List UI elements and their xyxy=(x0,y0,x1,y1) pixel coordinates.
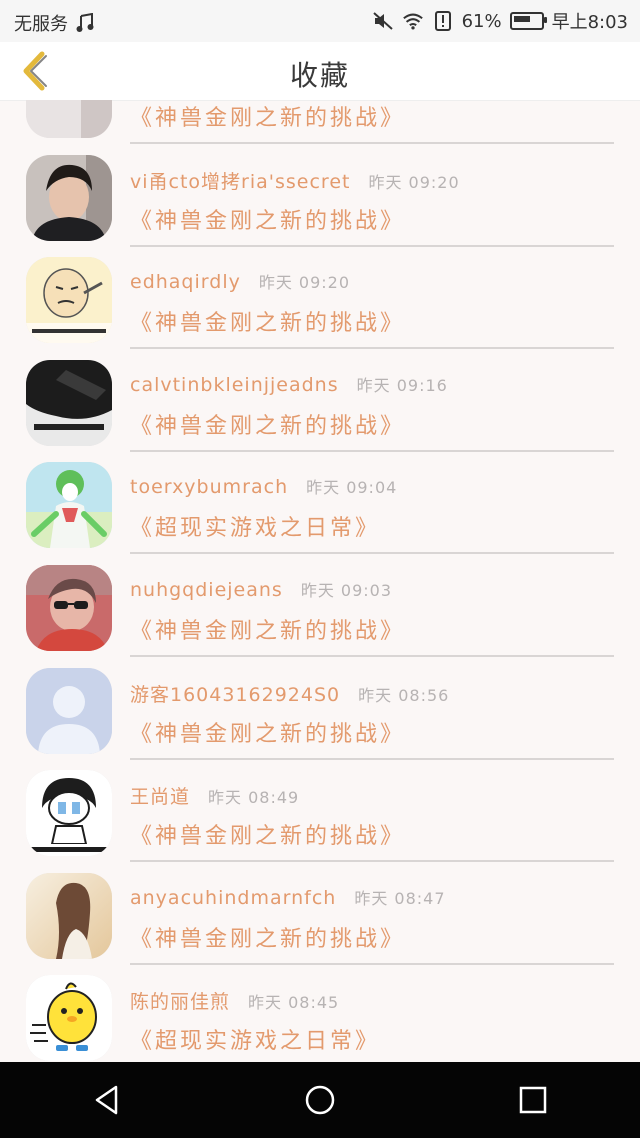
timestamp: 昨天 09:20 xyxy=(368,173,460,192)
favorite-item[interactable]: 《神兽金刚之新的挑战》 xyxy=(0,100,640,154)
avatar[interactable] xyxy=(26,360,112,446)
back-triangle-icon xyxy=(95,1085,117,1115)
avatar[interactable] xyxy=(26,155,112,241)
favorite-content: 王尚道 昨天 08:49 《神兽金刚之新的挑战》 xyxy=(130,774,614,862)
favorite-item[interactable]: 游客16043162924S0 昨天 08:56 《神兽金刚之新的挑战》 xyxy=(0,668,640,770)
username[interactable]: 游客16043162924S0 xyxy=(130,680,340,707)
game-title[interactable]: 《神兽金刚之新的挑战》 xyxy=(130,716,405,748)
favorite-item[interactable]: anyacuhindmarnfch 昨天 08:47 《神兽金刚之新的挑战》 xyxy=(0,873,640,975)
username[interactable]: edhaqirdly xyxy=(130,271,241,293)
favorite-item[interactable]: toerxybumrach 昨天 09:04 《超现实游戏之日常》 xyxy=(0,462,640,564)
wifi-icon xyxy=(402,10,424,32)
avatar[interactable] xyxy=(26,257,112,343)
name-line: calvtinbkleinjjeadns 昨天 09:16 xyxy=(130,372,448,396)
game-title[interactable]: 《神兽金刚之新的挑战》 xyxy=(130,408,405,440)
avatar[interactable] xyxy=(26,462,112,548)
favorite-item[interactable]: calvtinbkleinjjeadns 昨天 09:16 《神兽金刚之新的挑战》 xyxy=(0,360,640,462)
carrier-text: 无服务 xyxy=(14,14,68,35)
favorite-content: nuhgqdiejeans 昨天 09:03 《神兽金刚之新的挑战》 xyxy=(130,569,614,657)
timestamp: 昨天 09:16 xyxy=(356,376,448,395)
timestamp: 昨天 09:03 xyxy=(300,581,393,600)
favorite-content: toerxybumrach 昨天 09:04 《超现实游戏之日常》 xyxy=(130,466,614,554)
favorite-item[interactable]: 王尚道 昨天 08:49 《神兽金刚之新的挑战》 xyxy=(0,770,640,872)
avatar[interactable] xyxy=(26,100,112,138)
clock: 早上8:03 xyxy=(551,12,628,33)
favorite-content: 陈的丽佳煎 昨天 08:45 《超现实游戏之日常》 xyxy=(130,979,614,1062)
page-title: 收藏 xyxy=(289,59,350,92)
battery-fill xyxy=(513,16,530,22)
home-circle-icon xyxy=(305,1085,335,1115)
mute-icon xyxy=(372,10,394,32)
name-line: vi甬cto增拷ria'ssecret 昨天 09:20 xyxy=(130,167,460,194)
recents-square-icon xyxy=(520,1086,547,1114)
name-line: nuhgqdiejeans 昨天 09:03 xyxy=(130,577,392,601)
favorites-list: 《神兽金刚之新的挑战》 vi甬cto增拷ria'ssecret 昨天 09:20 《神… xyxy=(0,100,640,1062)
timestamp: 昨天 09:20 xyxy=(258,273,351,292)
system-nav-bar xyxy=(0,1062,640,1138)
timestamp: 昨天 08:45 xyxy=(248,993,340,1012)
favorite-content: 游客16043162924S0 昨天 08:56 《神兽金刚之新的挑战》 xyxy=(130,672,614,760)
alert-sim-icon xyxy=(432,10,454,32)
status-left: 无服务 xyxy=(14,10,96,36)
avatar[interactable] xyxy=(26,770,112,856)
username[interactable]: 王尚道 xyxy=(130,782,190,809)
favorite-item[interactable]: vi甬cto增拷ria'ssecret 昨天 09:20 《神兽金刚之新的挑战》 xyxy=(0,155,640,257)
name-line: edhaqirdly 昨天 09:20 xyxy=(130,269,350,293)
nav-back-button[interactable] xyxy=(77,1070,137,1130)
game-title[interactable]: 《神兽金刚之新的挑战》 xyxy=(130,818,405,850)
username[interactable]: toerxybumrach xyxy=(130,476,288,498)
timestamp: 昨天 08:56 xyxy=(358,686,450,705)
username[interactable]: vi甬cto增拷ria'ssecret xyxy=(130,167,350,194)
favorite-item[interactable]: nuhgqdiejeans 昨天 09:03 《神兽金刚之新的挑战》 xyxy=(0,565,640,667)
favorite-content: vi甬cto增拷ria'ssecret 昨天 09:20 《神兽金刚之新的挑战》 xyxy=(130,159,614,247)
name-line: 陈的丽佳煎 昨天 08:45 xyxy=(130,987,339,1014)
battery-icon xyxy=(509,12,547,30)
game-title[interactable]: 《超现实游戏之日常》 xyxy=(130,510,380,542)
game-title[interactable]: 《神兽金刚之新的挑战》 xyxy=(130,921,405,953)
favorite-item[interactable]: 陈的丽佳煎 昨天 08:45 《超现实游戏之日常》 xyxy=(0,975,640,1062)
name-line: anyacuhindmarnfch 昨天 08:47 xyxy=(130,885,446,909)
game-title[interactable]: 《神兽金刚之新的挑战》 xyxy=(130,305,405,337)
avatar[interactable] xyxy=(26,565,112,651)
game-title[interactable]: 《神兽金刚之新的挑战》 xyxy=(130,100,405,132)
favorite-content: anyacuhindmarnfch 昨天 08:47 《神兽金刚之新的挑战》 xyxy=(130,877,614,965)
timestamp: 昨天 08:47 xyxy=(354,889,446,908)
username[interactable]: anyacuhindmarnfch xyxy=(130,887,336,909)
username[interactable]: calvtinbkleinjjeadns xyxy=(130,374,339,396)
nav-recents-button[interactable] xyxy=(503,1070,563,1130)
name-line: 游客16043162924S0 昨天 08:56 xyxy=(130,680,449,707)
favorite-content: edhaqirdly 昨天 09:20 《神兽金刚之新的挑战》 xyxy=(130,261,614,349)
favorite-item[interactable]: edhaqirdly 昨天 09:20 《神兽金刚之新的挑战》 xyxy=(0,257,640,359)
favorite-content: 《神兽金刚之新的挑战》 xyxy=(130,100,614,144)
name-line: 王尚道 昨天 08:49 xyxy=(130,782,299,809)
game-title[interactable]: 《超现实游戏之日常》 xyxy=(130,1023,380,1055)
music-icon xyxy=(74,12,96,34)
avatar[interactable] xyxy=(26,975,112,1061)
status-right: 61% 早上8:03 xyxy=(372,8,628,34)
avatar[interactable] xyxy=(26,668,112,754)
username[interactable]: nuhgqdiejeans xyxy=(130,579,283,601)
name-line: toerxybumrach 昨天 09:04 xyxy=(130,474,397,498)
favorite-content: calvtinbkleinjjeadns 昨天 09:16 《神兽金刚之新的挑战》 xyxy=(130,364,614,452)
battery-percent: 61% xyxy=(461,10,502,32)
game-title[interactable]: 《神兽金刚之新的挑战》 xyxy=(130,203,405,235)
username[interactable]: 陈的丽佳煎 xyxy=(130,987,230,1014)
nav-home-button[interactable] xyxy=(290,1070,350,1130)
timestamp: 昨天 09:04 xyxy=(306,478,398,497)
header: 收藏 xyxy=(0,42,640,101)
timestamp: 昨天 08:49 xyxy=(208,788,300,807)
status-bar: 无服务 61% 早上8:03 xyxy=(0,0,640,42)
avatar[interactable] xyxy=(26,873,112,959)
game-title[interactable]: 《神兽金刚之新的挑战》 xyxy=(130,613,405,645)
